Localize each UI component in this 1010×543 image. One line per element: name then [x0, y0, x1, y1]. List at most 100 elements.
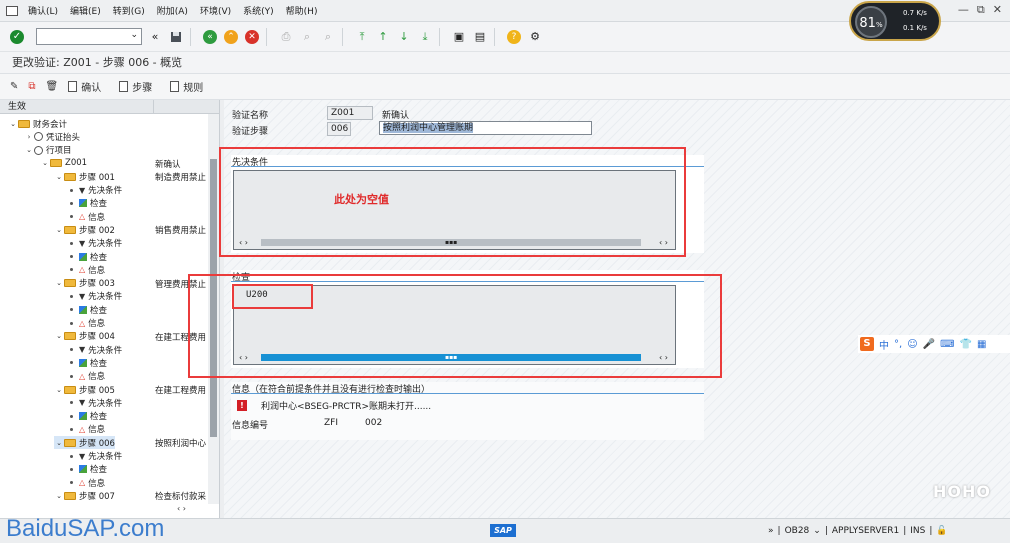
next-page-icon[interactable]: ↓: [396, 29, 412, 45]
tree-node-label: 检查: [90, 358, 108, 369]
double-left-arrow-icon[interactable]: «: [147, 29, 163, 45]
folder-icon: [64, 332, 76, 341]
tree-step-node[interactable]: ⌄ 步骤 001: [54, 170, 115, 183]
microphone-icon[interactable]: 🎤: [923, 339, 935, 350]
sap-menu-icon[interactable]: [6, 5, 18, 16]
lock-icon[interactable]: 🔓: [936, 526, 947, 536]
tree-node[interactable]: 检查: [70, 410, 107, 423]
punctuation-icon[interactable]: °,: [894, 339, 902, 350]
tree-node[interactable]: ▼ 先决条件: [70, 450, 122, 463]
menu-edit[interactable]: 编辑(E): [64, 4, 107, 17]
rule-button[interactable]: 规则: [170, 79, 203, 94]
tree-step-node[interactable]: ⌄ 步骤 003: [54, 277, 115, 290]
expand-chevron-icon[interactable]: ⌄: [54, 279, 64, 287]
enter-check-icon[interactable]: ✓: [10, 29, 24, 44]
find-next-icon[interactable]: ⌕: [320, 29, 336, 45]
exit-icon[interactable]: ⌃: [223, 29, 239, 45]
annotation-box-prerequisite: [219, 147, 686, 257]
tree-step-node[interactable]: ⌄ 步骤 006: [54, 436, 115, 450]
menu-extras[interactable]: 附加(A): [151, 4, 194, 17]
delete-icon[interactable]: 🗑: [46, 81, 59, 92]
restore-button[interactable]: ⧉: [977, 3, 985, 17]
expand-chevron-icon[interactable]: ⌄: [8, 120, 18, 128]
tree-node[interactable]: △ 信息: [70, 210, 105, 223]
tree-node[interactable]: ⌄ 行项目: [24, 144, 72, 157]
document-icon: [119, 81, 129, 92]
confirm-button[interactable]: 确认: [68, 79, 101, 94]
expand-chevron-icon[interactable]: ⌄: [54, 173, 64, 181]
tree-node-label: 先决条件: [88, 292, 123, 303]
display-change-icon[interactable]: ✎: [10, 81, 18, 92]
print-icon[interactable]: ⎙: [278, 29, 294, 45]
tree-step-node[interactable]: ⌄ 步骤 004: [54, 330, 115, 343]
tree-step-node[interactable]: ⌄ 步骤 005: [54, 383, 115, 396]
menu-goto[interactable]: 转到(G): [107, 4, 151, 17]
keyboard-icon[interactable]: ⌨: [940, 339, 954, 350]
chevron-down-icon[interactable]: ⌄: [130, 30, 138, 40]
tree-node[interactable]: △ 信息: [70, 476, 105, 489]
new-session-icon[interactable]: ▣: [451, 29, 467, 45]
tree-node[interactable]: ▼ 先决条件: [70, 396, 122, 409]
first-page-icon[interactable]: ⤒: [354, 29, 370, 45]
close-window-button[interactable]: ✕: [993, 3, 1002, 17]
emoji-icon[interactable]: ☺: [907, 339, 917, 350]
ime-toolbar[interactable]: S 中 °, ☺ 🎤 ⌨ 👕 ▦: [858, 335, 1010, 353]
tree-node[interactable]: 检查: [70, 303, 107, 316]
tree-node[interactable]: △ 信息: [70, 370, 105, 383]
cpu-usage: 81%: [855, 6, 887, 38]
step-button[interactable]: 步骤: [119, 79, 152, 94]
tree-node[interactable]: △ 信息: [70, 317, 105, 330]
tree-node[interactable]: △ 信息: [70, 263, 105, 276]
system-monitor-widget[interactable]: 81% 0.7 K/s 0.1 K/s: [849, 1, 941, 41]
find-icon[interactable]: ⌕: [299, 29, 315, 45]
expand-chevron-icon[interactable]: ⌄: [54, 386, 64, 394]
tree-node[interactable]: ▼ 先决条件: [70, 343, 122, 356]
chevron-down-icon[interactable]: ⌄: [813, 526, 821, 536]
annotation-box-code: [232, 284, 313, 309]
menu-confirm[interactable]: 确认(L): [22, 4, 64, 17]
help-icon[interactable]: ?: [506, 29, 522, 45]
tree-node[interactable]: △ 信息: [70, 423, 105, 436]
expand-chevron-icon[interactable]: ›: [24, 133, 34, 141]
tree-node[interactable]: ⌄ Z001: [40, 157, 87, 170]
expand-chevron-icon[interactable]: ⌄: [24, 146, 34, 154]
command-field[interactable]: ⌄: [36, 28, 142, 45]
expand-chevron-icon[interactable]: ⌄: [54, 332, 64, 340]
tree-node[interactable]: 检查: [70, 197, 107, 210]
expand-chevron-icon[interactable]: ⌄: [54, 226, 64, 234]
prev-page-icon[interactable]: ↑: [375, 29, 391, 45]
status-arrows[interactable]: »: [768, 526, 774, 536]
tree-node[interactable]: ▼ 先决条件: [70, 290, 122, 303]
shortcut-icon[interactable]: ▤: [472, 29, 488, 45]
step-description-input[interactable]: 按照利润中心管理账期: [379, 121, 592, 135]
tree-node[interactable]: ▼ 先决条件: [70, 184, 122, 197]
tree-node[interactable]: 检查: [70, 463, 107, 476]
insert-mode[interactable]: INS: [910, 526, 925, 536]
copy-icon[interactable]: ⧉: [28, 81, 35, 92]
menu-system[interactable]: 系统(Y): [237, 4, 280, 17]
expand-chevron-icon[interactable]: ⌄: [54, 439, 64, 447]
ime-mode[interactable]: 中: [879, 337, 889, 352]
bullet-icon: [70, 268, 73, 272]
back-icon[interactable]: «: [202, 29, 218, 45]
tree-node[interactable]: 检查: [70, 356, 107, 369]
menu-environment[interactable]: 环境(V): [194, 4, 237, 17]
tree-step-node[interactable]: ⌄ 步骤 007: [54, 489, 115, 502]
tree-step-node[interactable]: ⌄ 步骤 002: [54, 223, 115, 236]
tree-node[interactable]: › 凭证抬头: [24, 130, 80, 143]
minimize-button[interactable]: —: [958, 3, 969, 17]
menu-help[interactable]: 帮助(H): [280, 4, 324, 17]
last-page-icon[interactable]: ⤓: [417, 29, 433, 45]
grid-icon[interactable]: ▦: [977, 339, 986, 350]
save-icon[interactable]: [168, 29, 184, 45]
expand-chevron-icon[interactable]: ⌄: [54, 492, 64, 500]
column-separator[interactable]: [153, 100, 154, 114]
tree-node[interactable]: 检查: [70, 250, 107, 263]
system-id[interactable]: OB28: [785, 526, 810, 536]
expand-chevron-icon[interactable]: ⌄: [40, 159, 50, 167]
settings-gear-icon[interactable]: ⚙: [527, 29, 543, 45]
cancel-icon[interactable]: ✕: [244, 29, 260, 45]
skin-icon[interactable]: 👕: [960, 339, 972, 350]
tree-node[interactable]: ▼ 先决条件: [70, 237, 122, 250]
tree-node[interactable]: ⌄ 财务会计: [8, 117, 67, 130]
